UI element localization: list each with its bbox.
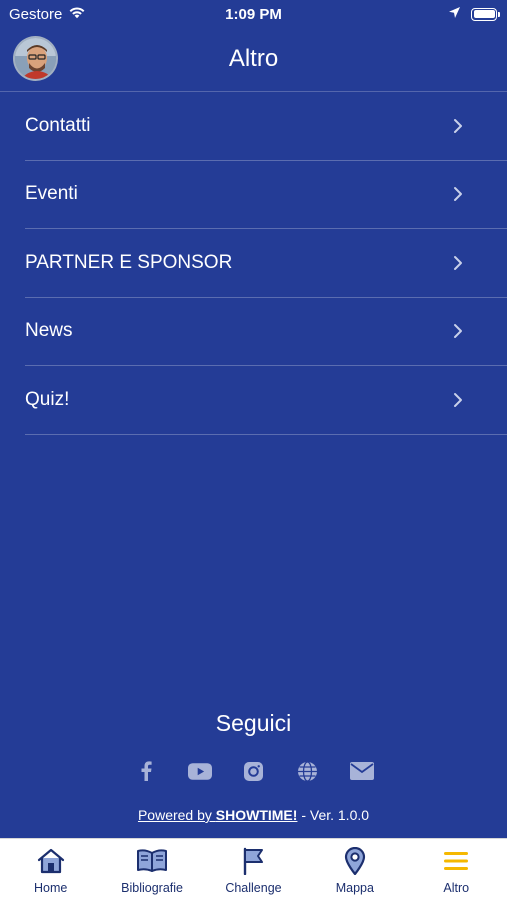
facebook-icon[interactable] — [134, 759, 158, 783]
tab-home[interactable]: Home — [0, 847, 101, 895]
menu-item-contatti[interactable]: Contatti — [25, 92, 507, 161]
powered-by: Powered by SHOWTIME! - Ver. 1.0.0 — [0, 807, 507, 823]
menu-item-news[interactable]: News — [25, 298, 507, 366]
header: Altro — [0, 28, 507, 92]
tab-challenge[interactable]: Challenge — [203, 847, 304, 895]
youtube-icon[interactable] — [187, 759, 212, 783]
mail-icon[interactable] — [349, 759, 374, 783]
menu-item-label: Contatti — [25, 114, 91, 136]
menu-item-label: PARTNER E SPONSOR — [25, 251, 233, 273]
wifi-icon — [68, 5, 86, 23]
chevron-right-icon — [453, 255, 463, 271]
location-arrow-icon — [448, 6, 461, 23]
menu-icon — [443, 847, 469, 875]
powered-prefix: Powered by — [137, 807, 216, 823]
menu-item-label: Quiz! — [25, 388, 70, 410]
status-right — [448, 6, 500, 23]
chevron-right-icon — [453, 323, 463, 339]
menu-item-partner-sponsor[interactable]: PARTNER E SPONSOR — [25, 229, 507, 298]
carrier-name: Gestore — [9, 5, 63, 23]
powered-by-link[interactable]: Powered by SHOWTIME! — [138, 807, 297, 823]
tab-label: Home — [34, 881, 68, 895]
battery-icon — [471, 7, 500, 21]
powered-brand: SHOWTIME! — [215, 807, 298, 823]
book-icon — [136, 847, 168, 875]
globe-icon[interactable] — [296, 759, 320, 783]
home-icon — [36, 847, 66, 875]
flag-icon — [241, 847, 265, 875]
tab-mappa[interactable]: Mappa — [304, 847, 405, 895]
tab-label: Altro — [443, 881, 470, 895]
chevron-right-icon — [453, 392, 463, 408]
chevron-right-icon — [453, 118, 463, 134]
menu-item-eventi[interactable]: Eventi — [25, 161, 507, 229]
menu-list: Contatti Eventi PARTNER E SPONSOR News Q… — [25, 92, 507, 435]
page-title: Altro — [228, 45, 279, 72]
menu-item-label: News — [25, 320, 73, 342]
map-pin-icon — [344, 847, 366, 875]
tab-label: Mappa — [335, 881, 374, 895]
tab-label: Bibliografie — [121, 881, 183, 895]
tab-altro[interactable]: Altro — [406, 847, 507, 895]
social-links — [0, 759, 507, 783]
tab-bar: Home Bibliografie Challenge Mappa Altro — [0, 838, 507, 900]
chevron-right-icon — [453, 186, 463, 202]
follow-title: Seguici — [215, 710, 292, 736]
menu-item-quiz[interactable]: Quiz! — [25, 366, 507, 435]
tab-label: Challenge — [225, 881, 282, 895]
status-left: Gestore — [9, 5, 86, 23]
instagram-icon[interactable] — [242, 759, 266, 783]
tab-bibliografie[interactable]: Bibliografie — [102, 847, 203, 895]
menu-item-label: Eventi — [25, 183, 78, 205]
status-bar: Gestore 1:09 PM — [0, 0, 507, 28]
app-version: - Ver. 1.0.0 — [297, 807, 370, 823]
follow-section: Seguici Powered by SHOWTIME! - Ver. 1.0.… — [0, 710, 507, 823]
